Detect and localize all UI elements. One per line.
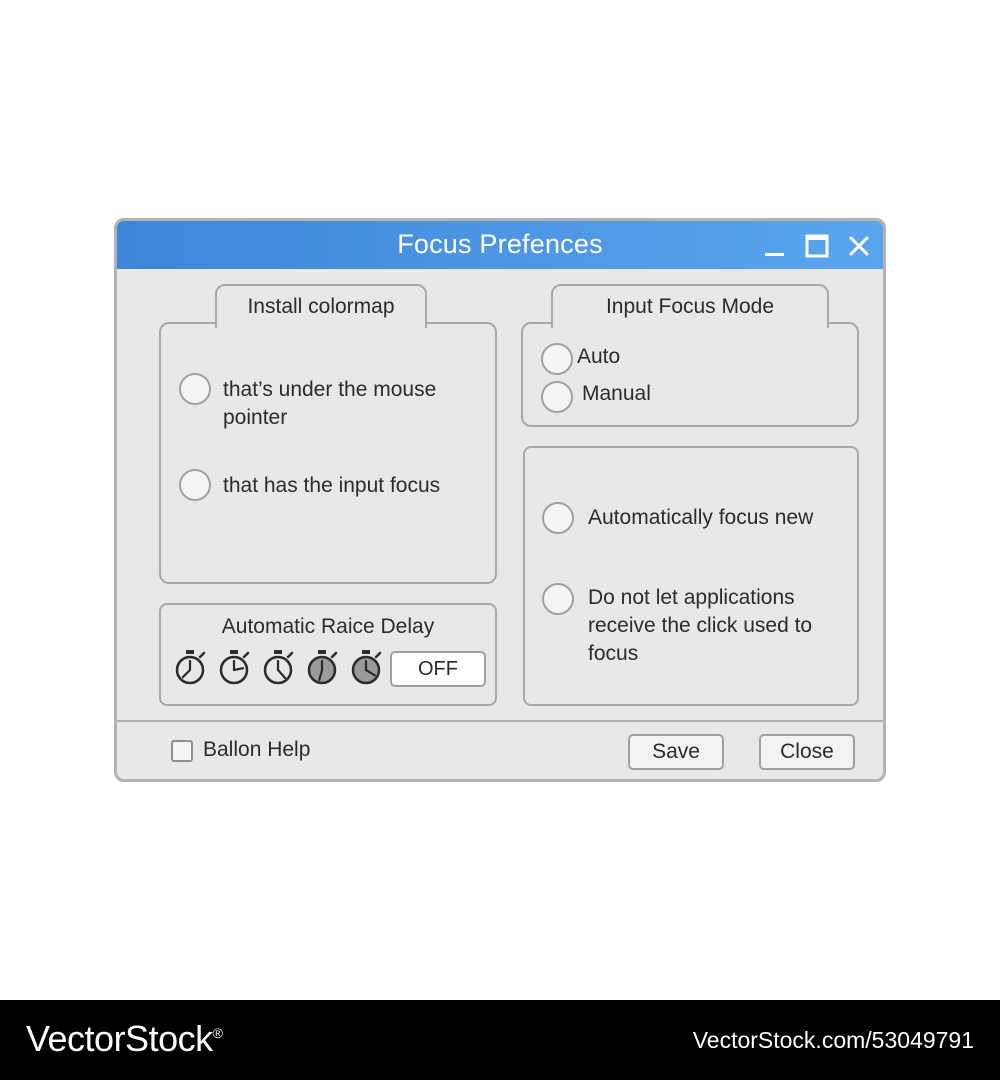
watermark-band: VectorStock® VectorStock.com/53049791 xyxy=(0,1000,1000,1080)
colormap-group: Install colormap that’s under the mouse … xyxy=(159,284,497,584)
stopwatch-icon[interactable] xyxy=(349,649,383,685)
stopwatch-icon[interactable] xyxy=(305,649,339,685)
colormap-option-input-focus: that has the input focus xyxy=(223,474,441,497)
footer-divider xyxy=(117,720,883,722)
new-window-radio-no-click[interactable] xyxy=(542,583,574,615)
vectorstock-logo: VectorStock® xyxy=(26,1018,223,1060)
focus-preferences-window: Focus Prefences Install colormap that’s … xyxy=(114,218,886,782)
new-window-radio-auto-focus[interactable] xyxy=(542,502,574,534)
balloon-help-label: Ballon Help xyxy=(203,738,311,761)
close-icon[interactable] xyxy=(846,233,872,259)
title-bar[interactable]: Focus Prefences xyxy=(117,221,883,269)
stopwatch-icon[interactable] xyxy=(217,649,251,685)
new-window-options-box: Automatically focus new Do not let appli… xyxy=(523,446,859,706)
focus-mode-radio-manual[interactable] xyxy=(541,381,573,413)
balloon-help-checkbox[interactable] xyxy=(171,740,193,762)
save-button[interactable]: Save xyxy=(628,734,724,770)
stopwatch-icon[interactable] xyxy=(173,649,207,685)
colormap-group-title: Install colormap xyxy=(215,284,427,328)
close-button[interactable]: Close xyxy=(759,734,855,770)
focus-mode-option-auto: Auto xyxy=(577,345,621,368)
minimize-icon[interactable] xyxy=(762,233,788,259)
focus-mode-group: Input Focus Mode Auto Manual xyxy=(521,284,859,427)
maximize-icon[interactable] xyxy=(804,233,830,259)
new-window-option-no-click: Do not let applications receive the clic… xyxy=(588,586,813,665)
focus-mode-radio-auto[interactable] xyxy=(541,343,573,375)
brand-registered-mark: ® xyxy=(212,1025,223,1041)
focus-mode-group-title: Input Focus Mode xyxy=(551,284,829,328)
new-window-option-auto-focus: Automatically focus new xyxy=(588,506,814,529)
raise-delay-value[interactable]: OFF xyxy=(390,651,486,687)
brand-name: VectorStock xyxy=(26,1018,213,1059)
colormap-radio-mouse-pointer[interactable] xyxy=(179,373,211,405)
colormap-group-frame xyxy=(159,322,497,584)
watermark-image-id: VectorStock.com/53049791 xyxy=(692,1027,974,1053)
colormap-option-mouse-pointer: that’s under the mouse pointer xyxy=(223,378,437,429)
focus-mode-group-frame xyxy=(521,322,859,427)
colormap-radio-input-focus[interactable] xyxy=(179,469,211,501)
raise-delay-box: Automatic Raice Delay OFF xyxy=(159,603,497,706)
raise-delay-title: Automatic Raice Delay xyxy=(221,615,435,638)
focus-mode-option-manual: Manual xyxy=(582,382,651,405)
stopwatch-icon[interactable] xyxy=(261,649,295,685)
